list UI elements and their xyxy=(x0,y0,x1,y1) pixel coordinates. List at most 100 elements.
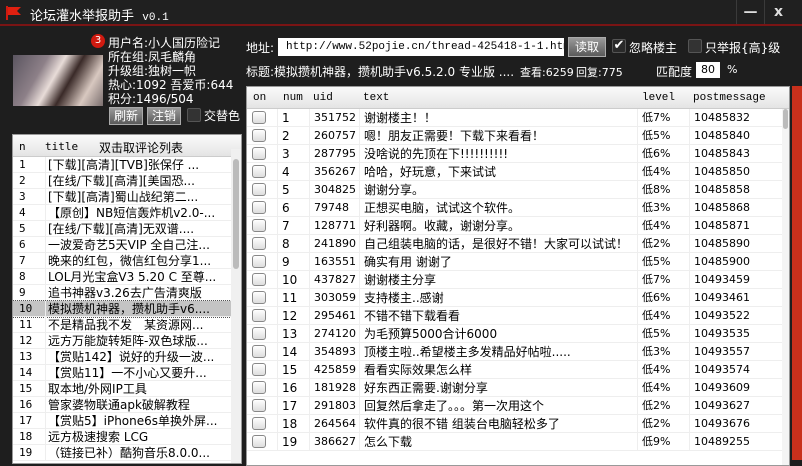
reply-checkbox[interactable] xyxy=(252,327,266,340)
refresh-button[interactable]: 刷新 xyxy=(109,107,143,125)
close-button[interactable]: x xyxy=(764,0,792,24)
thread-list-item[interactable]: 14 【赏贴11】一不小心又要升... xyxy=(13,365,241,381)
minimize-button[interactable]: — xyxy=(736,0,764,24)
thread-list-item[interactable]: 1 [下载][高清][TVB]张保仔 ... xyxy=(13,157,241,173)
notification-badge[interactable]: 3 xyxy=(91,34,105,48)
reply-row[interactable]: 18 264564 软件真的很不错 组装台电脑轻松多了 低2% 10493676 xyxy=(247,415,789,433)
reply-row[interactable]: 16 181928 好东西正需要.谢谢分享 低4% 10493609 xyxy=(247,379,789,397)
thread-list[interactable]: n title 双击取评论列表 1 [下载][高清][TVB]张保仔 ... 2 [在… xyxy=(12,134,242,464)
reply-row[interactable]: 8 241890 自己组装电脑的话，是很好不错！大家可以试试！ 低2% 1048… xyxy=(247,235,789,253)
thread-list-item[interactable]: 4 【原创】NB短信轰炸机v2.0-... xyxy=(13,205,241,221)
reply-checkbox[interactable] xyxy=(252,111,266,124)
logout-button[interactable]: 注销 xyxy=(147,107,181,125)
background-strip xyxy=(792,86,802,460)
ignore-owner-checkbox[interactable]: ✔ xyxy=(612,39,626,53)
thread-list-item[interactable]: 2 [在线/下载][高清][美国恐... xyxy=(13,173,241,189)
reply-checkbox[interactable] xyxy=(252,183,266,196)
read-button[interactable]: 读取 xyxy=(568,37,606,57)
col-on[interactable]: on xyxy=(253,87,266,109)
reply-num: 8 xyxy=(277,235,309,253)
reply-num: 3 xyxy=(277,145,309,163)
reply-checkbox[interactable] xyxy=(252,219,266,232)
alt-color-checkbox[interactable] xyxy=(187,108,201,122)
title-bar: 论坛灌水举报助手 v0.1 — x xyxy=(0,0,802,26)
thread-list-item[interactable]: 8 LOL月光宝盒V3 5.20 C 至尊... xyxy=(13,269,241,285)
thread-list-item[interactable]: 19 （链接已补）酷狗音乐8.0.0... xyxy=(13,445,241,461)
thread-list-item[interactable]: 5 [在线/下载][高清]无双谱.... xyxy=(13,221,241,237)
reply-checkbox[interactable] xyxy=(252,147,266,160)
reply-checkbox[interactable] xyxy=(252,273,266,286)
thread-list-item[interactable]: 6 一波爱奇艺5天VIP 全自己注... xyxy=(13,237,241,253)
thread-list-item[interactable]: 15 取本地/外网IP工具 xyxy=(13,381,241,397)
reply-checkbox[interactable] xyxy=(252,165,266,178)
replies-table[interactable]: on num uid text level postmessage 1 3517… xyxy=(246,86,790,466)
reply-row[interactable]: 14 354893 顶楼主啦..希望楼主多发精品好帖啦..... 低3% 104… xyxy=(247,343,789,361)
reply-checkbox[interactable] xyxy=(252,291,266,304)
reply-postmessage: 10485858 xyxy=(689,181,784,199)
reply-checkbox[interactable] xyxy=(252,435,266,448)
reply-checkbox[interactable] xyxy=(252,381,266,394)
col-postmessage[interactable]: postmessage xyxy=(693,87,766,109)
reply-level: 低4% xyxy=(637,379,689,397)
reply-text: 软件真的很不错 组装台电脑轻松多了 xyxy=(359,415,637,433)
reply-row[interactable]: 2 260757 嗯！朋友正需要！下载下来看看！ 低5% 10485840 xyxy=(247,127,789,145)
reply-row[interactable]: 12 295461 不错不错下载看看 低4% 10493522 xyxy=(247,307,789,325)
reply-row[interactable]: 13 274120 为毛预算5000合计6000 低5% 10493535 xyxy=(247,325,789,343)
reply-checkbox[interactable] xyxy=(252,309,266,322)
reply-row[interactable]: 10 437827 谢谢楼主分享 低7% 10493459 xyxy=(247,271,789,289)
replies-scrollbar[interactable] xyxy=(782,109,789,465)
reply-row[interactable]: 15 425859 看看实际效果怎么样 低4% 10493574 xyxy=(247,361,789,379)
thread-list-item[interactable]: 11 不是精品我不发 某资源网... xyxy=(13,317,241,333)
url-input[interactable]: http://www.52pojie.cn/thread-425418-1-1.… xyxy=(278,38,564,56)
reply-checkbox[interactable] xyxy=(252,201,266,214)
thread-list-item[interactable]: 18 远方极速搜索 LCG xyxy=(13,429,241,445)
col-level[interactable]: level xyxy=(642,87,675,109)
thread-list-item[interactable]: 7 晚来的红包，微信红包分享1... xyxy=(13,253,241,269)
user-points: 积分:1496/504 xyxy=(108,92,194,106)
col-text[interactable]: text xyxy=(363,87,389,109)
reply-checkbox[interactable] xyxy=(252,237,266,250)
thread-title: 标题:模拟攒机神器，攒机助手v6.5.2.0 专业版 .... xyxy=(246,65,515,79)
reply-row[interactable]: 11 303059 支持楼主..感谢 低6% 10493461 xyxy=(247,289,789,307)
reply-row[interactable]: 1 351752 谢谢楼主！！ 低7% 10485832 xyxy=(247,109,789,127)
only-high-checkbox[interactable] xyxy=(688,39,702,53)
reply-row[interactable]: 9 163551 确实有用 谢谢了 低5% 10485900 xyxy=(247,253,789,271)
reply-postmessage: 10485871 xyxy=(689,217,784,235)
thread-title: 【赏贴142】说好的升级一波... xyxy=(45,349,228,365)
reply-level: 低2% xyxy=(637,235,689,253)
reply-count: 回复:775 xyxy=(576,66,623,79)
reply-checkbox[interactable] xyxy=(252,399,266,412)
reply-row[interactable]: 19 386627 怎么下载 低9% 10489255 xyxy=(247,433,789,451)
reply-row[interactable]: 17 291803 回复然后拿走了。。。第一次用这个 低2% 10493627 xyxy=(247,397,789,415)
reply-row[interactable]: 4 356267 哈哈，好玩意，下来试试 低4% 10485850 xyxy=(247,163,789,181)
thread-list-scrollbar[interactable] xyxy=(231,149,241,463)
reply-num: 4 xyxy=(277,163,309,181)
reply-postmessage: 10485850 xyxy=(689,163,784,181)
col-n[interactable]: n xyxy=(19,140,26,153)
reply-checkbox[interactable] xyxy=(252,345,266,358)
reply-row[interactable]: 7 128771 好利器啊。收藏，谢谢分享。 低4% 10485871 xyxy=(247,217,789,235)
col-title[interactable]: title xyxy=(45,140,78,153)
thread-list-item[interactable]: 16 管家婆物联通apk破解教程 xyxy=(13,397,241,413)
match-input[interactable]: 80 xyxy=(696,62,720,78)
app-title: 论坛灌水举报助手 v0.1 xyxy=(30,5,169,24)
col-num[interactable]: num xyxy=(283,87,303,109)
reply-row[interactable]: 3 287795 没啥说的先顶在下!!!!!!!!!! 低6% 10485843 xyxy=(247,145,789,163)
thread-list-item[interactable]: 13 【赏贴142】说好的升级一波... xyxy=(13,349,241,365)
col-uid[interactable]: uid xyxy=(313,87,333,109)
percent-sign: % xyxy=(727,63,738,76)
reply-checkbox[interactable] xyxy=(252,417,266,430)
thread-list-item[interactable]: 17 【赏贴5】iPhone6s单换外屏... xyxy=(13,413,241,429)
reply-checkbox[interactable] xyxy=(252,255,266,268)
thread-title: LOL月光宝盒V3 5.20 C 至尊... xyxy=(45,269,228,285)
reply-level: 低6% xyxy=(637,145,689,163)
thread-title: 【原创】NB短信轰炸机v2.0-... xyxy=(45,205,228,221)
thread-list-item[interactable]: 9 追书神器v3.26去广告清爽版 xyxy=(13,285,241,301)
reply-row[interactable]: 5 304825 谢谢分享。 低8% 10485858 xyxy=(247,181,789,199)
reply-checkbox[interactable] xyxy=(252,363,266,376)
reply-row[interactable]: 6 79748 正想买电脑，试试这个软件。 低3% 10485868 xyxy=(247,199,789,217)
thread-list-item[interactable]: 3 [下载][高清]蜀山战纪第二... xyxy=(13,189,241,205)
thread-list-item[interactable]: 12 远方万能旋转矩阵-双色球版... xyxy=(13,333,241,349)
thread-list-item[interactable]: 10 模拟攒机神器，攒机助手v6.... xyxy=(13,300,241,318)
reply-checkbox[interactable] xyxy=(252,129,266,142)
